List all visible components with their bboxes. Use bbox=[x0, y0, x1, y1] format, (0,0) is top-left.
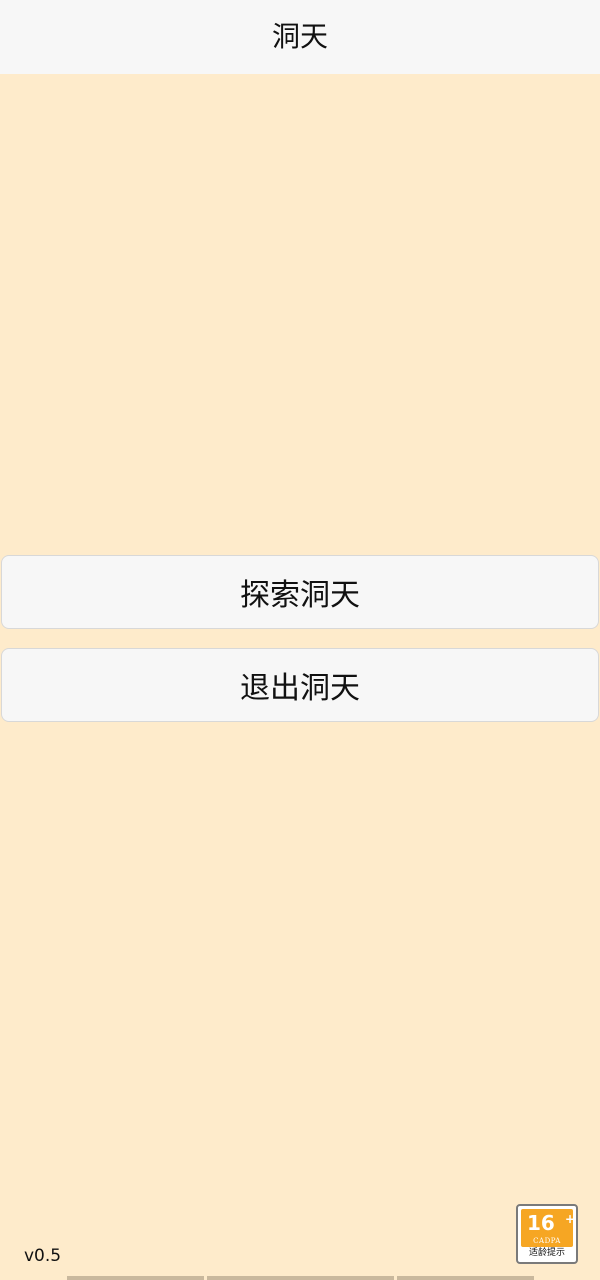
age-rating-org: CADPA bbox=[533, 1237, 561, 1245]
age-rating-plus: + bbox=[565, 1212, 573, 1226]
age-rating-icon: 16 + CADPA bbox=[521, 1209, 573, 1247]
bottom-nav-segment bbox=[207, 1276, 394, 1280]
age-rating-text: 适龄提示 bbox=[528, 1248, 565, 1258]
age-rating-badge[interactable]: 16 + CADPA 适龄提示 bbox=[516, 1204, 578, 1264]
exit-button[interactable]: 退出洞天 bbox=[1, 648, 599, 722]
version-label: v0.5 bbox=[24, 1246, 62, 1266]
age-rating-number: 16 bbox=[527, 1211, 555, 1235]
explore-button[interactable]: 探索洞天 bbox=[1, 555, 599, 629]
header-bar: 洞天 bbox=[0, 0, 600, 74]
page-title: 洞天 bbox=[271, 20, 328, 53]
bottom-nav-segment bbox=[67, 1276, 204, 1280]
bottom-nav-segment bbox=[397, 1276, 534, 1280]
